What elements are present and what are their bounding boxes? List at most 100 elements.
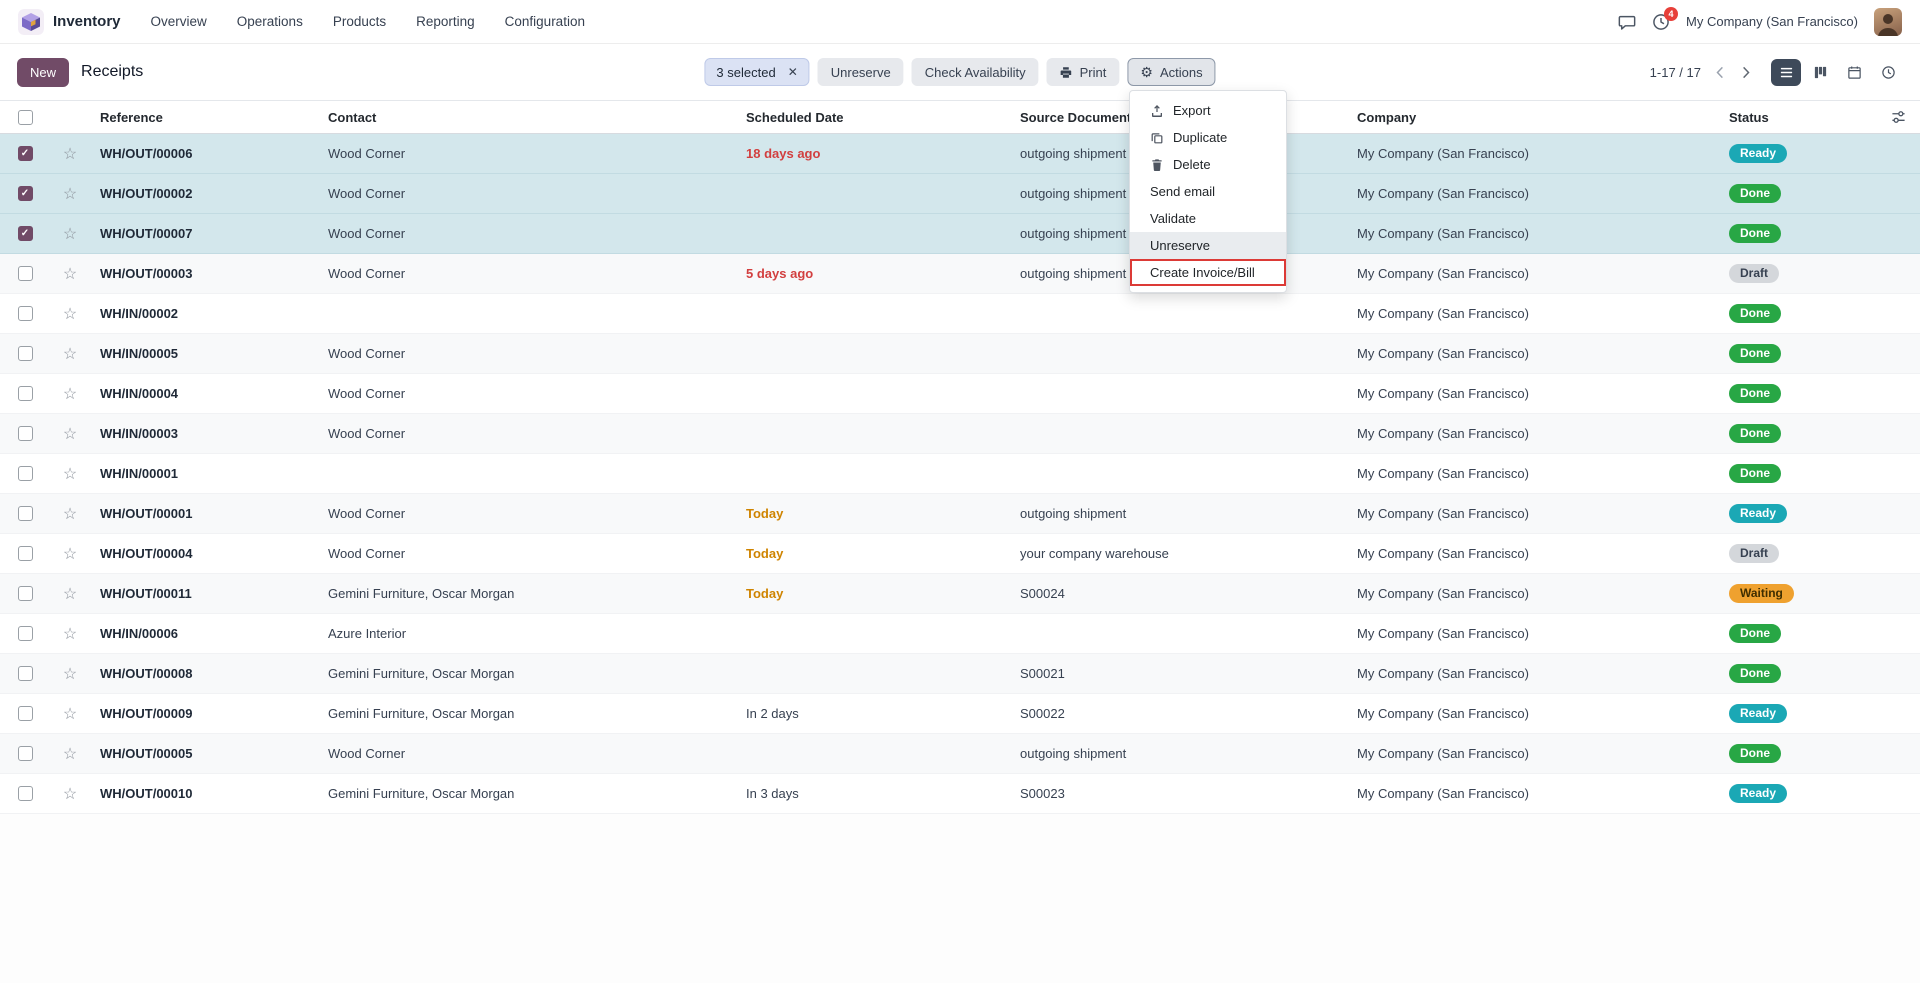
table-row[interactable]: ☆ WH/OUT/00011 Gemini Furniture, Oscar M… [0, 574, 1920, 614]
new-button[interactable]: New [17, 58, 69, 87]
row-checkbox[interactable] [18, 786, 33, 801]
column-header-status[interactable]: Status [1719, 110, 1920, 125]
cell-source-document: outgoing shipment [1010, 746, 1347, 761]
table-row[interactable]: ☆ WH/IN/00001 My Company (San Francisco)… [0, 454, 1920, 494]
star-icon[interactable]: ☆ [63, 704, 77, 724]
actions-button[interactable]: ⚙ Actions [1127, 58, 1215, 86]
breadcrumb-title: Receipts [81, 63, 143, 81]
star-icon[interactable]: ☆ [63, 504, 77, 524]
row-checkbox[interactable] [18, 186, 33, 201]
star-icon[interactable]: ☆ [63, 784, 77, 804]
status-badge: Done [1729, 384, 1781, 403]
table-row[interactable]: ☆ WH/OUT/00007 Wood Corner outgoing ship… [0, 214, 1920, 254]
table-row[interactable]: ☆ WH/IN/00005 Wood Corner My Company (Sa… [0, 334, 1920, 374]
menu-item-operations[interactable]: Operations [237, 14, 303, 29]
table-row[interactable]: ☆ WH/OUT/00004 Wood Corner Today your co… [0, 534, 1920, 574]
row-checkbox[interactable] [18, 546, 33, 561]
cell-source-document: outgoing shipment [1010, 506, 1347, 521]
check-availability-button[interactable]: Check Availability [912, 58, 1039, 86]
actions-menu-item-create-invoice-bill[interactable]: Create Invoice/Bill [1130, 259, 1286, 286]
row-checkbox[interactable] [18, 226, 33, 241]
table-row[interactable]: ☆ WH/OUT/00009 Gemini Furniture, Oscar M… [0, 694, 1920, 734]
star-icon[interactable]: ☆ [63, 344, 77, 364]
print-button[interactable]: Print [1047, 58, 1120, 86]
actions-menu-item-duplicate[interactable]: Duplicate [1130, 124, 1286, 151]
star-icon[interactable]: ☆ [63, 744, 77, 764]
table-row[interactable]: ☆ WH/OUT/00005 Wood Corner outgoing ship… [0, 734, 1920, 774]
view-activity-button[interactable] [1873, 59, 1903, 86]
star-icon[interactable]: ☆ [63, 144, 77, 164]
table-row[interactable]: ☆ WH/OUT/00006 Wood Corner 18 days ago o… [0, 134, 1920, 174]
activities-icon[interactable]: 4 [1652, 13, 1670, 31]
table-row[interactable]: ☆ WH/OUT/00003 Wood Corner 5 days ago ou… [0, 254, 1920, 294]
row-checkbox[interactable] [18, 386, 33, 401]
star-icon[interactable]: ☆ [63, 544, 77, 564]
row-checkbox[interactable] [18, 506, 33, 521]
star-icon[interactable]: ☆ [63, 624, 77, 644]
table-row[interactable]: ☆ WH/IN/00002 My Company (San Francisco)… [0, 294, 1920, 334]
cell-reference: WH/OUT/00005 [90, 746, 318, 761]
app-name[interactable]: Inventory [53, 13, 121, 30]
chevron-right-icon[interactable] [1738, 65, 1753, 80]
messages-icon[interactable] [1618, 13, 1636, 31]
app-switcher[interactable]: Inventory [18, 9, 121, 35]
row-checkbox[interactable] [18, 706, 33, 721]
row-checkbox[interactable] [18, 306, 33, 321]
column-header-scheduled-date[interactable]: Scheduled Date [736, 110, 1010, 125]
status-badge: Done [1729, 424, 1781, 443]
star-icon[interactable]: ☆ [63, 224, 77, 244]
star-icon[interactable]: ☆ [63, 304, 77, 324]
table-row[interactable]: ☆ WH/OUT/00008 Gemini Furniture, Oscar M… [0, 654, 1920, 694]
row-checkbox[interactable] [18, 586, 33, 601]
table-row[interactable]: ☆ WH/OUT/00010 Gemini Furniture, Oscar M… [0, 774, 1920, 814]
row-checkbox[interactable] [18, 626, 33, 641]
close-icon[interactable]: ✕ [788, 65, 798, 79]
column-header-contact[interactable]: Contact [318, 110, 736, 125]
actions-menu-item-validate[interactable]: Validate [1130, 205, 1286, 232]
star-icon[interactable]: ☆ [63, 424, 77, 444]
column-header-company[interactable]: Company [1347, 110, 1719, 125]
star-icon[interactable]: ☆ [63, 384, 77, 404]
select-all-checkbox[interactable] [18, 110, 33, 125]
user-avatar[interactable] [1874, 8, 1902, 36]
star-icon[interactable]: ☆ [63, 664, 77, 684]
star-icon[interactable]: ☆ [63, 184, 77, 204]
cell-company: My Company (San Francisco) [1347, 386, 1719, 401]
row-checkbox[interactable] [18, 426, 33, 441]
table-row[interactable]: ☆ WH/IN/00003 Wood Corner My Company (Sa… [0, 414, 1920, 454]
star-icon[interactable]: ☆ [63, 464, 77, 484]
row-checkbox[interactable] [18, 266, 33, 281]
table-row[interactable]: ☆ WH/IN/00004 Wood Corner My Company (Sa… [0, 374, 1920, 414]
cell-reference: WH/OUT/00008 [90, 666, 318, 681]
row-checkbox[interactable] [18, 666, 33, 681]
actions-menu-item-unreserve[interactable]: Unreserve [1130, 232, 1286, 259]
table-row[interactable]: ☆ WH/OUT/00001 Wood Corner Today outgoin… [0, 494, 1920, 534]
menu-item-configuration[interactable]: Configuration [505, 14, 585, 29]
chevron-left-icon[interactable] [1713, 65, 1728, 80]
cell-contact: Wood Corner [318, 746, 736, 761]
star-icon[interactable]: ☆ [63, 264, 77, 284]
view-list-button[interactable] [1771, 59, 1801, 86]
row-checkbox[interactable] [18, 346, 33, 361]
actions-menu-item-delete[interactable]: Delete [1130, 151, 1286, 178]
row-checkbox[interactable] [18, 746, 33, 761]
menu-item-reporting[interactable]: Reporting [416, 14, 475, 29]
menu-item-products[interactable]: Products [333, 14, 386, 29]
pager-and-views: 1-17 / 17 [1650, 59, 1903, 86]
unreserve-button[interactable]: Unreserve [818, 58, 904, 86]
view-calendar-button[interactable] [1839, 59, 1869, 86]
view-kanban-button[interactable] [1805, 59, 1835, 86]
row-checkbox[interactable] [18, 466, 33, 481]
company-switcher[interactable]: My Company (San Francisco) [1686, 14, 1858, 29]
menu-item-overview[interactable]: Overview [151, 14, 207, 29]
cell-scheduled-date: Today [736, 586, 1010, 601]
column-header-reference[interactable]: Reference [90, 110, 318, 125]
column-adjust-icon[interactable] [1891, 110, 1906, 125]
actions-menu-item-export[interactable]: Export [1130, 97, 1286, 124]
cell-contact: Wood Corner [318, 386, 736, 401]
table-row[interactable]: ☆ WH/OUT/00002 Wood Corner outgoing ship… [0, 174, 1920, 214]
table-row[interactable]: ☆ WH/IN/00006 Azure Interior My Company … [0, 614, 1920, 654]
actions-menu-item-send-email[interactable]: Send email [1130, 178, 1286, 205]
star-icon[interactable]: ☆ [63, 584, 77, 604]
row-checkbox[interactable] [18, 146, 33, 161]
